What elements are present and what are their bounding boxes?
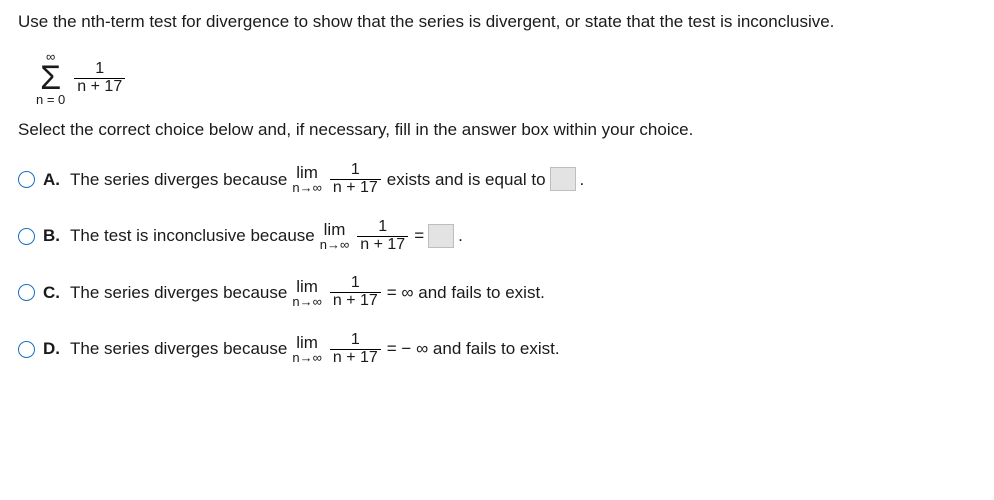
label-a: A. — [43, 168, 60, 192]
b-eq: = — [414, 224, 424, 248]
series-num: 1 — [92, 61, 107, 78]
c-lim: lim n→∞ — [292, 278, 322, 308]
choice-d: D. The series diverges because lim n→∞ 1… — [18, 332, 976, 367]
series-expression: ∞ Σ n = 0 1 n + 17 — [36, 50, 128, 107]
choice-b: B. The test is inconclusive because lim … — [18, 219, 976, 254]
a-mid: exists and is equal to — [387, 168, 546, 192]
a-pre: The series diverges because — [70, 168, 287, 192]
d-pre: The series diverges because — [70, 337, 287, 361]
d-post: = − ∞ and fails to exist. — [387, 337, 560, 361]
series-fraction: 1 n + 17 — [74, 61, 125, 96]
b-post: . — [458, 224, 463, 248]
choice-a: A. The series diverges because lim n→∞ 1… — [18, 162, 976, 197]
sigma-lower: n = 0 — [36, 93, 65, 106]
d-frac: 1 n + 17 — [330, 332, 381, 367]
instruction-text: Select the correct choice below and, if … — [18, 118, 976, 142]
a-lim: lim n→∞ — [292, 164, 322, 194]
b-frac: 1 n + 17 — [357, 219, 408, 254]
b-lim: lim n→∞ — [320, 221, 350, 251]
sigma-symbol: Σ — [40, 63, 61, 94]
sigma-block: ∞ Σ n = 0 — [36, 50, 65, 107]
label-c: C. — [43, 281, 60, 305]
c-pre: The series diverges because — [70, 281, 287, 305]
radio-b[interactable] — [18, 228, 35, 245]
a-frac: 1 n + 17 — [330, 162, 381, 197]
radio-c[interactable] — [18, 284, 35, 301]
radio-a[interactable] — [18, 171, 35, 188]
label-d: D. — [43, 337, 60, 361]
radio-d[interactable] — [18, 341, 35, 358]
d-lim: lim n→∞ — [292, 334, 322, 364]
b-answer-input[interactable] — [428, 224, 454, 248]
label-b: B. — [43, 224, 60, 248]
b-pre: The test is inconclusive because — [70, 224, 315, 248]
choice-c: C. The series diverges because lim n→∞ 1… — [18, 275, 976, 310]
c-frac: 1 n + 17 — [330, 275, 381, 310]
c-post: = ∞ and fails to exist. — [387, 281, 545, 305]
a-answer-input[interactable] — [550, 167, 576, 191]
series-den: n + 17 — [74, 79, 125, 96]
a-post: . — [580, 168, 585, 192]
question-prompt: Use the nth-term test for divergence to … — [18, 10, 976, 34]
